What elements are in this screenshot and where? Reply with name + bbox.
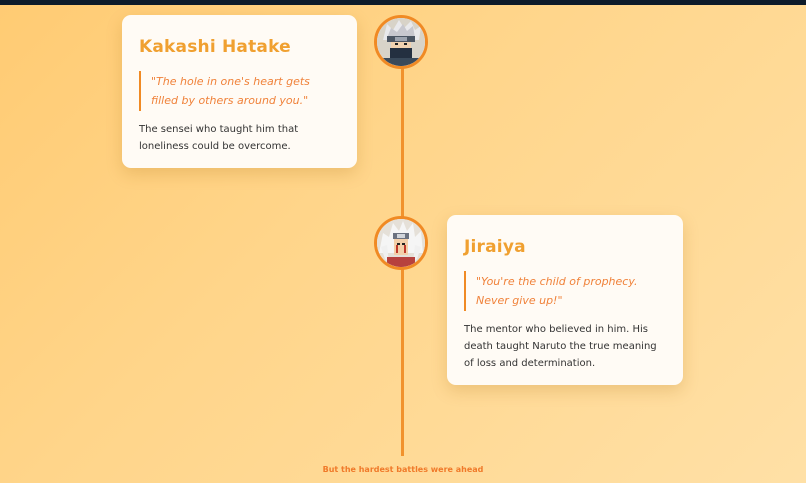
timeline-card-kakashi: Kakashi Hatake "The hole in one's heart … [122,15,357,168]
kakashi-avatar-icon [374,15,428,69]
card-quote: "The hole in one's heart gets filled by … [139,71,340,111]
timeline-card-jiraiya: Jiraiya "You're the child of prophecy. N… [447,215,683,385]
timeline-footer-text: But the hardest battles were ahead [322,465,484,474]
top-bar [0,0,806,5]
card-description: The sensei who taught him that lonelines… [139,124,299,152]
card-description: The mentor who believed in him. His deat… [464,324,657,369]
card-title: Kakashi Hatake [139,37,291,57]
jiraiya-avatar-icon [374,216,428,270]
card-quote: "You're the child of prophecy. Never giv… [464,271,666,311]
card-title: Jiraiya [464,237,526,257]
